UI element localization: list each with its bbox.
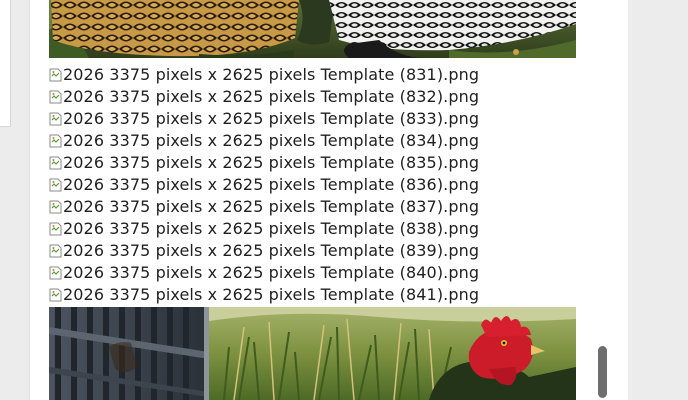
- broken-image[interactable]: 2026 3375 pixels x 2625 pixels Template …: [49, 64, 576, 86]
- image-alt-text: 2026 3375 pixels x 2625 pixels Template …: [63, 153, 480, 172]
- broken-image[interactable]: 2026 3375 pixels x 2625 pixels Template …: [49, 130, 576, 152]
- broken-image-icon: [49, 133, 63, 149]
- broken-image-icon: [49, 177, 63, 193]
- broken-image[interactable]: 2026 3375 pixels x 2625 pixels Template …: [49, 196, 576, 218]
- broken-image[interactable]: 2026 3375 pixels x 2625 pixels Template …: [49, 174, 576, 196]
- image-alt-text: 2026 3375 pixels x 2625 pixels Template …: [63, 109, 480, 128]
- image-alt-text: 2026 3375 pixels x 2625 pixels Template …: [63, 285, 480, 304]
- chicken-photo[interactable]: [49, 0, 576, 58]
- image-alt-text: 2026 3375 pixels x 2625 pixels Template …: [63, 131, 480, 150]
- scrollbar-thumb[interactable]: [598, 346, 607, 398]
- broken-image-icon: [49, 67, 63, 83]
- browser-viewport: 2026 3375 pixels x 2625 pixels Template …: [0, 0, 688, 400]
- image-alt-text: 2026 3375 pixels x 2625 pixels Template …: [63, 241, 480, 260]
- image-alt-text: 2026 3375 pixels x 2625 pixels Template …: [63, 87, 480, 106]
- broken-image[interactable]: 2026 3375 pixels x 2625 pixels Template …: [49, 86, 576, 108]
- broken-image[interactable]: 2026 3375 pixels x 2625 pixels Template …: [49, 262, 576, 284]
- broken-image[interactable]: 2026 3375 pixels x 2625 pixels Template …: [49, 284, 576, 306]
- broken-image[interactable]: 2026 3375 pixels x 2625 pixels Template …: [49, 108, 576, 130]
- broken-image[interactable]: 2026 3375 pixels x 2625 pixels Template …: [49, 218, 576, 240]
- image-alt-text: 2026 3375 pixels x 2625 pixels Template …: [63, 175, 480, 194]
- broken-image[interactable]: 2026 3375 pixels x 2625 pixels Template …: [49, 152, 576, 174]
- broken-image-icon: [49, 111, 63, 127]
- broken-image[interactable]: 2026 3375 pixels x 2625 pixels Template …: [49, 240, 576, 262]
- image-alt-text: 2026 3375 pixels x 2625 pixels Template …: [63, 263, 480, 282]
- broken-image-icon: [49, 155, 63, 171]
- image-alt-text: 2026 3375 pixels x 2625 pixels Template …: [63, 65, 480, 84]
- broken-image-icon: [49, 243, 63, 259]
- broken-image-icon: [49, 287, 63, 303]
- broken-image-icon: [49, 221, 63, 237]
- image-alt-text: 2026 3375 pixels x 2625 pixels Template …: [63, 197, 480, 216]
- image-alt-text: 2026 3375 pixels x 2625 pixels Template …: [63, 219, 480, 238]
- broken-image-icon: [49, 265, 63, 281]
- broken-image-icon: [49, 89, 63, 105]
- broken-image-icon: [49, 199, 63, 215]
- rooster-photo[interactable]: [49, 307, 576, 400]
- page-margin: [611, 0, 628, 400]
- sidebar-widget: [0, 0, 11, 127]
- broken-image-list: 2026 3375 pixels x 2625 pixels Template …: [49, 64, 576, 306]
